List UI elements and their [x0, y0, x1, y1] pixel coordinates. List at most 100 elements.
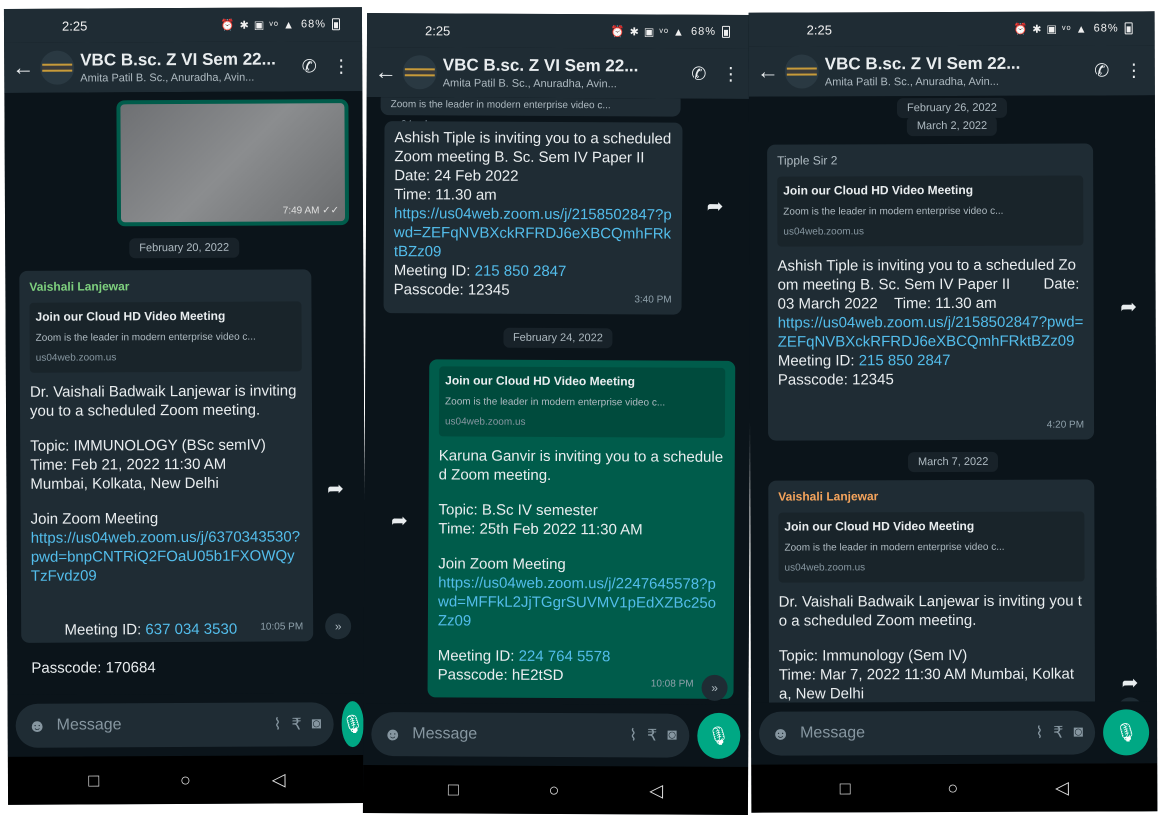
meeting-id: Meeting ID: 224 764 5578	[437, 647, 611, 666]
scroll-down-icon[interactable]: »	[701, 674, 728, 701]
group-name: VBC B.sc. Z VI Sem 22...	[824, 53, 1021, 74]
message-text: Ashish Tiple is inviting you to a schedu…	[777, 256, 1084, 313]
message-input[interactable]	[56, 715, 264, 735]
back-nav-icon[interactable]: ◁	[649, 780, 663, 801]
message-text: Ashish Tiple is inviting you to a schedu…	[394, 129, 678, 204]
attach-icon[interactable]: ⌇	[1035, 723, 1043, 743]
recents-icon[interactable]: □	[88, 770, 99, 791]
truncated-preview[interactable]: Zoom is the leader in modern enterprise …	[380, 96, 681, 131]
camera-icon[interactable]: ◙	[1073, 724, 1083, 742]
chat-title-area[interactable]: VBC B.sc. Z VI Sem 22... Amita Patil B. …	[80, 49, 290, 85]
more-vert-icon[interactable]: ⋮	[328, 56, 354, 77]
message-bubble[interactable]: Vaishali Lanjewar Join our Cloud HD Vide…	[768, 479, 1096, 703]
date-separator: February 24, 2022	[502, 327, 613, 349]
add-call-icon[interactable]: ✆	[686, 63, 712, 84]
link-preview[interactable]: Join our Cloud HD Video Meeting Zoom is …	[29, 301, 302, 373]
chat-title-area[interactable]: VBC B.sc. Z VI Sem 22... Amita Patil B. …	[825, 54, 1083, 89]
back-arrow-icon[interactable]: ←	[12, 55, 34, 81]
chat-title-area[interactable]: VBC B.sc. Z VI Sem 22... Amita Patil B. …	[443, 55, 680, 90]
camera-icon[interactable]: ◙	[312, 715, 322, 733]
mic-icon[interactable]: 🎙	[696, 712, 741, 759]
message-time: 4:20 PM	[1046, 419, 1085, 431]
chat-header: ← VBC B.sc. Z VI Sem 22... Amita Patil B…	[748, 45, 1155, 97]
status-time: 2:25	[806, 21, 833, 38]
recents-icon[interactable]: □	[448, 779, 459, 800]
join-label: Join Zoom Meeting	[30, 510, 159, 528]
image-message[interactable]: 7:49 AM ✓✓	[116, 99, 350, 227]
add-call-icon[interactable]: ✆	[296, 56, 322, 77]
battery-icon	[331, 18, 341, 31]
meeting-id-number[interactable]: 224 764 5578	[519, 648, 611, 665]
rupee-icon[interactable]: ₹	[647, 725, 657, 745]
status-bar: 2:25 ⏰ ✱ ▣ ᵛᵒ ▲ 68%	[366, 12, 753, 50]
chat-header: ← VBC B.sc. Z VI Sem 22... Amita Patil B…	[4, 41, 363, 93]
forward-icon[interactable]: ➦	[1115, 667, 1145, 697]
forward-icon[interactable]: ➦	[384, 505, 414, 535]
add-call-icon[interactable]: ✆	[1089, 60, 1115, 81]
emoji-icon[interactable]: ☻	[28, 715, 47, 736]
emoji-icon[interactable]: ☻	[383, 724, 402, 745]
rupee-icon[interactable]: ₹	[1053, 723, 1063, 743]
emoji-icon[interactable]: ☻	[771, 723, 790, 744]
battery-level: 68%	[1093, 22, 1119, 35]
attach-icon[interactable]: ⌇	[629, 725, 637, 745]
date-separator: February 20, 2022	[129, 237, 240, 259]
home-icon[interactable]: ○	[180, 769, 191, 790]
android-nav-bar: □ ○ ◁	[7, 755, 367, 805]
forward-icon[interactable]: ➦	[1114, 291, 1144, 321]
status-bar: 2:25 ⏰ ✱ ▣ ᵛᵒ ▲ 68%	[748, 11, 1155, 47]
message-bubble-outgoing[interactable]: Join our Cloud HD Video Meeting Zoom is …	[427, 359, 736, 699]
meeting-link[interactable]: https://us04web.zoom.us/j/6370343530?pwd…	[31, 527, 303, 585]
message-bubble[interactable]: Ashish Tiple is inviting you to a schedu…	[383, 121, 683, 315]
android-nav-bar: □ ○ ◁	[751, 763, 1158, 813]
recents-icon[interactable]: □	[840, 778, 851, 799]
composer: ☻ ⌇ ₹ ◙ 🎙	[7, 693, 366, 757]
status-time: 2:25	[61, 18, 88, 34]
message-bubble[interactable]: Vaishali Lanjewar Join our Cloud HD Vide…	[19, 269, 314, 677]
back-arrow-icon[interactable]: ←	[757, 59, 779, 85]
scroll-down-icon[interactable]: »	[325, 613, 352, 640]
chat-area[interactable]: 7:49 AM ✓✓ February 20, 2022 Vaishali La…	[4, 91, 366, 695]
group-avatar[interactable]	[40, 50, 75, 85]
link-preview[interactable]: Join our Cloud HD Video Meeting Zoom is …	[778, 511, 1085, 583]
link-preview[interactable]: Join our Cloud HD Video Meeting Zoom is …	[438, 366, 726, 438]
phone-screen-1: 2:25 ⏰ ✱ ▣ ᵛᵒ ▲ 68% ← VBC B.sc. Z VI Sem…	[3, 7, 367, 805]
forward-icon[interactable]: ➦	[320, 473, 350, 503]
message-bubble[interactable]: Tipple Sir 2 Join our Cloud HD Video Mee…	[767, 143, 1095, 441]
rupee-icon[interactable]: ₹	[291, 714, 301, 734]
phone-screen-3: 2:25 ⏰ ✱ ▣ ᵛᵒ ▲ 68% ← VBC B.sc. Z VI Sem…	[748, 11, 1158, 813]
home-icon[interactable]: ○	[549, 779, 560, 800]
meeting-link[interactable]: https://us04web.zoom.us/j/2158502847?pwd…	[394, 204, 672, 262]
passcode: Passcode: 12345	[777, 371, 894, 389]
status-bar: 2:25 ⏰ ✱ ▣ ᵛᵒ ▲ 68%	[3, 7, 363, 43]
group-avatar[interactable]	[784, 54, 819, 89]
message-input[interactable]	[800, 723, 1026, 743]
status-icons: ⏰ ✱ ▣ ᵛᵒ ▲ 68%	[221, 18, 341, 31]
chat-area[interactable]: February 26, 2022 March 2, 2022 Tipple S…	[748, 95, 1158, 703]
forward-icon[interactable]: ➦	[700, 191, 730, 221]
back-arrow-icon[interactable]: ←	[375, 59, 397, 85]
back-nav-icon[interactable]: ◁	[272, 769, 286, 790]
more-vert-icon[interactable]: ⋮	[718, 63, 744, 84]
message-input[interactable]	[412, 725, 620, 745]
meeting-id: Meeting ID: 215 850 2847	[393, 262, 567, 281]
meeting-link[interactable]: https://us04web.zoom.us/j/2247645578?pwd…	[438, 573, 724, 631]
meeting-id-number[interactable]: 215 850 2847	[859, 352, 951, 369]
message-box: ☻ ⌇ ₹ ◙	[15, 702, 334, 748]
composer: ☻ ⌇ ₹ ◙ 🎙	[363, 702, 749, 768]
meeting-id-number[interactable]: 637 034 3530	[145, 621, 237, 638]
chat-area[interactable]: Zoom is the leader in modern enterprise …	[363, 96, 752, 706]
more-vert-icon[interactable]: ⋮	[1121, 60, 1147, 81]
status-time: 2:25	[424, 22, 451, 38]
camera-icon[interactable]: ◙	[667, 727, 677, 745]
message-time: 10:05 PM	[260, 621, 304, 633]
mic-icon[interactable]: 🎙	[1103, 709, 1150, 756]
link-preview[interactable]: Join our Cloud HD Video Meeting Zoom is …	[777, 175, 1084, 247]
group-avatar[interactable]	[402, 55, 437, 90]
mic-icon[interactable]: 🎙	[341, 701, 365, 748]
attach-icon[interactable]: ⌇	[274, 714, 282, 734]
back-nav-icon[interactable]: ◁	[1055, 777, 1069, 798]
meeting-link[interactable]: https://us04web.zoom.us/j/2158502847?pwd…	[778, 313, 1084, 352]
meeting-id-number[interactable]: 215 850 2847	[475, 263, 567, 280]
home-icon[interactable]: ○	[947, 777, 958, 798]
